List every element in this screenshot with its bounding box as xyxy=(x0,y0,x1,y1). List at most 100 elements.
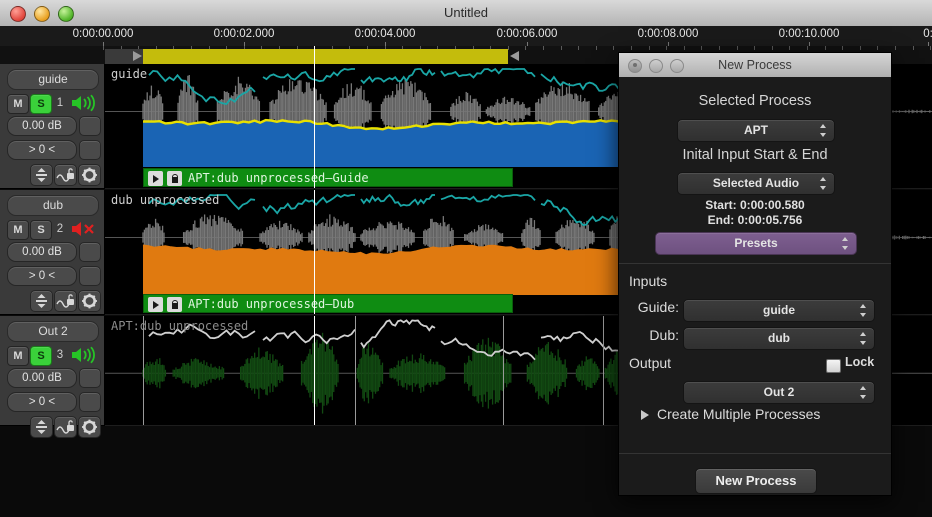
playhead[interactable] xyxy=(314,316,315,425)
minor-tick xyxy=(701,46,702,50)
solo-button[interactable]: S xyxy=(30,94,52,114)
dub-label: Dub: xyxy=(619,327,679,343)
ruler-tick-label: 0:00:02.000 xyxy=(214,28,275,40)
divider xyxy=(619,263,891,264)
ruler-tick-label: 0:00:04.000 xyxy=(355,28,416,40)
gain-knob[interactable] xyxy=(79,116,101,136)
selection-range[interactable] xyxy=(143,49,508,64)
presets-select[interactable]: Presets xyxy=(655,232,857,255)
guide-select[interactable]: guide xyxy=(683,299,875,322)
solo-button[interactable]: S xyxy=(30,346,52,366)
speaker-icon[interactable] xyxy=(70,219,98,239)
track-name-button[interactable]: dub xyxy=(7,195,99,216)
automation-lock-button[interactable] xyxy=(54,416,77,438)
clip-bar[interactable]: APT:dub unprocessed–Dub xyxy=(143,294,513,313)
pan-value[interactable]: > 0 < xyxy=(7,392,77,412)
lock-icon[interactable] xyxy=(167,297,182,312)
pan-knob[interactable] xyxy=(79,266,101,286)
automation-lock-button[interactable] xyxy=(54,164,77,186)
minor-tick xyxy=(807,46,808,50)
pan-value[interactable]: > 0 < xyxy=(7,266,77,286)
minor-tick xyxy=(719,46,720,50)
track-header: dubMS20.00 dB> 0 < xyxy=(0,190,105,315)
mute-button[interactable]: M xyxy=(7,346,29,366)
dub-select[interactable]: dub xyxy=(683,327,875,350)
track-number: 3 xyxy=(53,346,67,364)
minor-tick xyxy=(631,46,632,50)
solo-button[interactable]: S xyxy=(30,220,52,240)
height-resize-button[interactable] xyxy=(30,416,53,438)
chevron-updown-icon xyxy=(860,386,867,399)
height-resize-button[interactable] xyxy=(30,164,53,186)
minor-tick xyxy=(825,46,826,50)
lane-clip-name: dub unprocessed xyxy=(111,193,219,207)
ruler-tick-label: 0:00:10.000 xyxy=(779,28,840,40)
range-mode-select[interactable]: Selected Audio xyxy=(677,172,835,195)
gain-knob[interactable] xyxy=(79,242,101,262)
play-icon[interactable] xyxy=(148,297,163,312)
playhead[interactable] xyxy=(314,64,315,188)
minor-tick xyxy=(772,46,773,50)
minor-tick xyxy=(543,46,544,50)
track-name-button[interactable]: guide xyxy=(7,69,99,90)
playhead[interactable] xyxy=(314,46,315,64)
clip-boundary xyxy=(603,316,604,425)
output-select-value: Out 2 xyxy=(764,385,795,399)
track-header: guideMS10.00 dB > 0 < xyxy=(0,64,105,189)
selection-end-handle[interactable] xyxy=(510,51,519,61)
dub-select-value: dub xyxy=(768,331,790,345)
gear-icon[interactable] xyxy=(78,164,101,186)
speaker-icon[interactable] xyxy=(70,93,98,113)
window-titlebar: Untitled xyxy=(0,0,932,27)
process-select[interactable]: APT xyxy=(677,119,835,142)
play-icon[interactable] xyxy=(148,171,163,186)
pan-row: > 0 < xyxy=(7,140,99,160)
pan-row: > 0 < xyxy=(7,266,99,286)
gain-value[interactable]: 0.00 dB xyxy=(7,242,77,262)
track-name-button[interactable]: Out 2 xyxy=(7,321,99,342)
dialog-title: New Process xyxy=(619,53,891,77)
input-range-heading: Inital Input Start & End xyxy=(619,147,891,163)
chevron-updown-icon xyxy=(820,177,827,190)
dialog-titlebar: New Process xyxy=(619,53,891,78)
new-process-button[interactable]: New Process xyxy=(695,468,817,494)
clip-boundary xyxy=(503,316,504,425)
minor-tick xyxy=(860,46,861,50)
gain-row: 0.00 dB xyxy=(7,116,99,136)
range-mode-value: Selected Audio xyxy=(713,176,799,190)
speaker-icon[interactable] xyxy=(70,345,98,365)
lock-checkbox[interactable] xyxy=(826,359,841,373)
minor-tick xyxy=(103,46,104,50)
selection-start-handle[interactable] xyxy=(133,51,142,61)
lock-icon[interactable] xyxy=(167,171,182,186)
output-select[interactable]: Out 2 xyxy=(683,381,875,404)
pan-row: > 0 < xyxy=(7,392,99,412)
gear-icon[interactable] xyxy=(78,290,101,312)
clip-bar[interactable]: APT:dub unprocessed–Guide xyxy=(143,168,513,187)
pan-value[interactable]: > 0 < xyxy=(7,140,77,160)
playhead[interactable] xyxy=(314,190,315,314)
ruler-tick-label: 0:00:06.000 xyxy=(497,28,558,40)
clip-label: APT:dub unprocessed–Guide xyxy=(188,169,369,188)
create-multiple-label[interactable]: Create Multiple Processes xyxy=(657,406,820,422)
minor-tick xyxy=(930,46,931,50)
time-ruler[interactable]: 0:00:00.0000:00:02.0000:00:04.0000:00:06… xyxy=(0,26,932,47)
gain-knob[interactable] xyxy=(79,368,101,388)
window-title: Untitled xyxy=(0,0,932,26)
track-header: Out 2 MS3 0.00 dB > 0 < xyxy=(0,316,105,426)
pan-knob[interactable] xyxy=(79,392,101,412)
automation-lock-button[interactable] xyxy=(54,290,77,312)
height-resize-button[interactable] xyxy=(30,290,53,312)
track-state-row: MS1 xyxy=(7,92,99,114)
mute-button[interactable]: M xyxy=(7,94,29,114)
gain-value[interactable]: 0.00 dB xyxy=(7,368,77,388)
pan-knob[interactable] xyxy=(79,140,101,160)
gain-value[interactable]: 0.00 dB xyxy=(7,116,77,136)
inputs-heading: Inputs xyxy=(629,273,667,289)
mute-button[interactable]: M xyxy=(7,220,29,240)
gear-icon[interactable] xyxy=(78,416,101,438)
ruler-tick-label: 0: xyxy=(923,28,932,40)
disclosure-triangle-icon[interactable] xyxy=(641,410,649,420)
ruler-tick-label: 0:00:08.000 xyxy=(638,28,699,40)
minor-tick xyxy=(561,46,562,50)
